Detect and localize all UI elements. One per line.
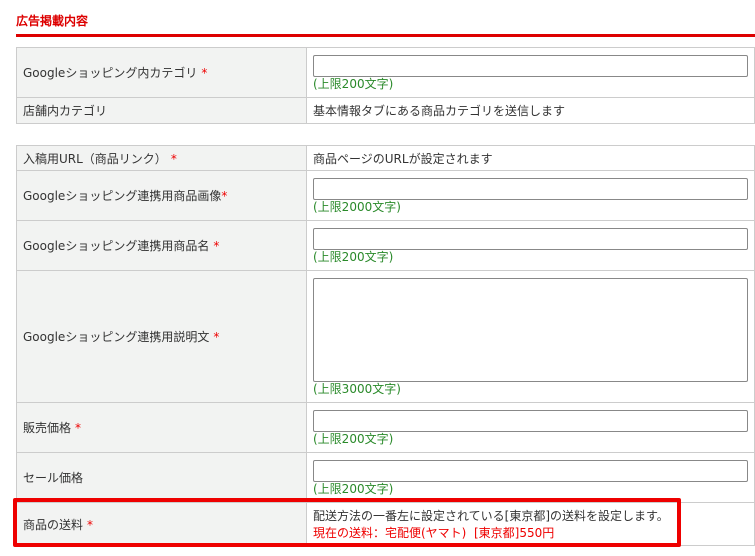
required-mark: * [75,421,82,435]
limit-note: (上限200文字) [313,431,394,446]
required-mark: * [87,517,94,532]
table-row: 商品の送料 * 配送方法の一番左に設定されている[東京都]の送料を設定します。 現在… [16,502,755,546]
product-name-input[interactable] [313,227,748,250]
google-category-input[interactable] [313,54,748,77]
product-image-input[interactable] [313,177,748,200]
field-label: 入稿用URL（商品リンク） [23,151,167,166]
price-input[interactable] [313,409,748,432]
table-row: Googleショッピング内カテゴリ * (上限200文字) [16,47,755,98]
required-mark: * [170,151,177,166]
limit-note: (上限200文字) [313,76,394,91]
required-mark: * [221,189,228,203]
shipping-description: 配送方法の一番左に設定されている[東京都]の送料を設定します。 [313,509,669,523]
table-row: 販売価格 * (上限200文字) [16,402,755,453]
limit-note: (上限200文字) [313,249,394,264]
url-text: 商品ページのURLが設定されます [313,151,493,166]
required-mark: * [213,239,220,253]
description-textarea[interactable] [313,277,748,382]
field-label: Googleショッピング連携用商品名 [23,239,210,253]
store-category-text: 基本情報タブにある商品カテゴリを送信します [313,104,566,118]
limit-note: (上限200文字) [313,481,394,496]
field-label: 販売価格 [23,421,72,435]
table-row: 入稿用URL（商品リンク） * 商品ページのURLが設定されます [16,145,755,171]
table-row: Googleショッピング連携用説明文 * (上限3000文字) [16,270,755,403]
table-row: Googleショッピング連携用商品名 * (上限200文字) [16,220,755,271]
current-shipping-fee: 現在の送料：宅配便(ヤマト) [東京都]550円 [313,526,555,540]
field-label: 商品の送料 [23,517,84,532]
field-label: Googleショッピング連携用商品画像 [23,189,222,203]
field-label: セール価格 [23,471,84,485]
sale-price-input[interactable] [313,459,748,482]
section-divider [16,34,755,37]
field-label: Googleショッピング内カテゴリ [23,66,198,80]
product-table: 入稿用URL（商品リンク） * 商品ページのURLが設定されます Googleショ… [16,145,755,546]
category-table: Googleショッピング内カテゴリ * (上限200文字) 店舗内カテゴリ 基本情… [16,47,755,124]
field-label: Googleショッピング連携用説明文 [23,330,210,344]
limit-note: (上限2000文字) [313,199,401,214]
required-mark: * [201,66,208,80]
limit-note: (上限3000文字) [313,381,401,396]
field-label: 店舗内カテゴリ [23,104,108,118]
table-row: 店舗内カテゴリ 基本情報タブにある商品カテゴリを送信します [16,97,755,124]
required-mark: * [213,330,220,344]
table-row: セール価格 (上限200文字) [16,452,755,503]
table-row: Googleショッピング連携用商品画像* (上限2000文字) [16,170,755,221]
section-title: 広告掲載内容 [16,14,89,28]
